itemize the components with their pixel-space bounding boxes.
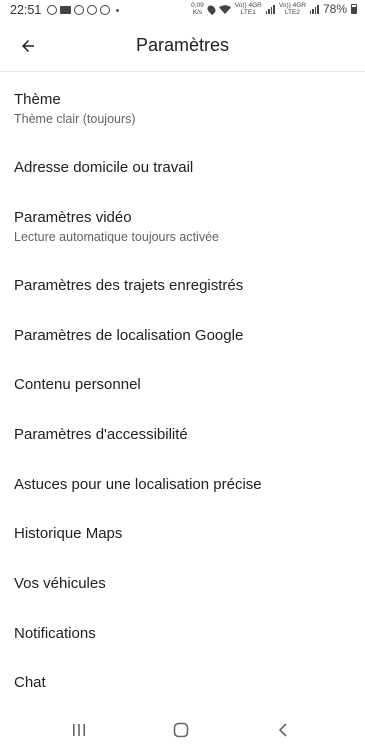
mail-icon bbox=[60, 6, 72, 14]
setting-label: Astuces pour une localisation précise bbox=[14, 476, 262, 493]
home-icon bbox=[173, 722, 189, 738]
setting-label: Paramètres vidéo bbox=[14, 209, 132, 226]
sim1-network-type: Vo)) 4GR bbox=[234, 2, 262, 9]
setting-theme[interactable]: Thème Thème clair (toujours) bbox=[14, 91, 351, 126]
battery-icon bbox=[351, 4, 357, 14]
setting-chat[interactable]: Chat bbox=[14, 674, 351, 691]
setting-label: Historique Maps bbox=[14, 525, 123, 542]
status-right: 0,09 K/s Vo)) 4GR LTE1 Vo)) 4GR LTE2 78% bbox=[191, 2, 357, 16]
setting-video[interactable]: Paramètres vidéo Lecture automatique tou… bbox=[14, 209, 351, 244]
setting-location-tips[interactable]: Astuces pour une localisation précise bbox=[14, 476, 351, 493]
setting-label: Paramètres des trajets enregistrés bbox=[14, 277, 244, 294]
app-notification-icon bbox=[87, 5, 98, 15]
status-left: 22:51 bbox=[10, 3, 120, 17]
status-time: 22:51 bbox=[10, 3, 42, 17]
setting-label: Chat bbox=[14, 674, 46, 691]
setting-sublabel: Thème clair (toujours) bbox=[14, 112, 136, 126]
sim2-label: LTE2 bbox=[284, 9, 300, 16]
setting-accessibility[interactable]: Paramètres d'accessibilité bbox=[14, 426, 351, 443]
wifi-icon bbox=[218, 4, 231, 14]
status-bar: 22:51 0,09 K/s Vo)) 4GR LTE1 Vo)) 4GR LT… bbox=[0, 0, 365, 22]
network-speed-value: 0,09 bbox=[191, 2, 204, 9]
setting-maps-history[interactable]: Historique Maps bbox=[14, 525, 351, 542]
back-chevron-icon bbox=[278, 723, 287, 737]
system-back-button[interactable] bbox=[268, 718, 298, 742]
setting-label: Vos véhicules bbox=[14, 575, 106, 592]
sim2-network: Vo)) 4GR LTE2 bbox=[279, 2, 306, 16]
app-bar: Paramètres bbox=[0, 22, 365, 70]
sim1-network: Vo)) 4GR LTE1 bbox=[235, 2, 262, 16]
signal-icon bbox=[265, 4, 275, 14]
setting-google-location[interactable]: Paramètres de localisation Google bbox=[14, 327, 351, 344]
location-icon bbox=[205, 3, 217, 15]
home-button[interactable] bbox=[166, 718, 196, 742]
setting-sublabel: Lecture automatique toujours activée bbox=[14, 230, 219, 244]
signal-icon bbox=[309, 4, 319, 14]
network-speed: 0,09 K/s bbox=[191, 2, 204, 16]
setting-label: Paramètres de localisation Google bbox=[14, 327, 244, 344]
setting-personal-content[interactable]: Contenu personnel bbox=[14, 376, 351, 393]
setting-notifications[interactable]: Notifications bbox=[14, 625, 351, 642]
setting-saved-trips[interactable]: Paramètres des trajets enregistrés bbox=[14, 277, 351, 294]
setting-label: Adresse domicile ou travail bbox=[14, 159, 194, 176]
sim1-label: LTE1 bbox=[240, 9, 256, 16]
more-notifications-icon bbox=[116, 8, 120, 12]
header-divider bbox=[0, 71, 365, 72]
setting-home-work-address[interactable]: Adresse domicile ou travail bbox=[14, 159, 351, 176]
system-nav-bar bbox=[0, 710, 365, 750]
recents-button[interactable] bbox=[64, 718, 94, 742]
battery-percent: 78% bbox=[322, 1, 347, 16]
network-speed-unit: K/s bbox=[192, 9, 203, 16]
dnd-icon bbox=[74, 5, 85, 15]
setting-label: Thème bbox=[14, 91, 61, 108]
setting-label: Paramètres d'accessibilité bbox=[14, 426, 188, 443]
sim2-network-type: Vo)) 4GR bbox=[278, 2, 306, 9]
setting-label: Contenu personnel bbox=[14, 376, 141, 393]
setting-vehicles[interactable]: Vos véhicules bbox=[14, 575, 351, 592]
check-circle-icon bbox=[100, 5, 111, 15]
check-circle-icon bbox=[47, 5, 58, 15]
recents-icon bbox=[73, 724, 85, 736]
setting-label: Notifications bbox=[14, 625, 96, 642]
page-title: Paramètres bbox=[135, 35, 230, 55]
